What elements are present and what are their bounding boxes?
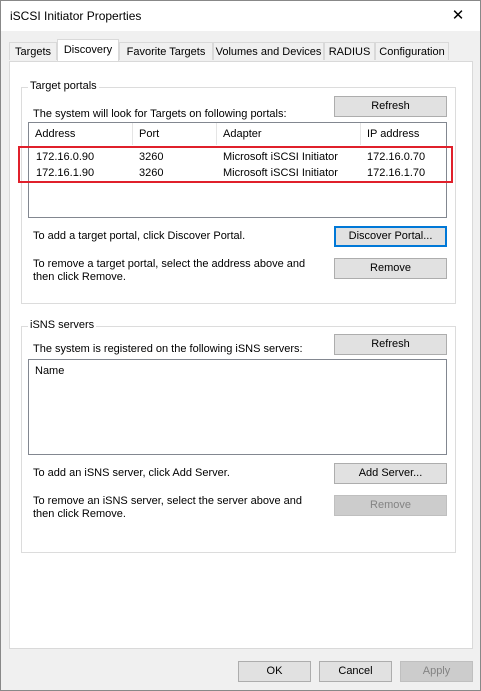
cancel-button[interactable]: Cancel [319, 661, 392, 682]
isns-servers-list[interactable]: Name [28, 359, 447, 455]
remove-portal-hint-line1: To remove a target portal, select the ad… [33, 258, 306, 270]
isns-servers-legend: iSNS servers [28, 319, 97, 331]
target-portals-info: The system will look for Targets on foll… [33, 108, 287, 120]
column-adapter[interactable]: Adapter [217, 123, 361, 145]
title-bar[interactable]: iSCSI Initiator Properties ✕ [1, 1, 480, 31]
column-name[interactable]: Name [29, 360, 446, 382]
remove-isns-hint-line1: To remove an iSNS server, select the ser… [33, 495, 303, 507]
isns-remove-button[interactable]: Remove [334, 495, 447, 516]
portals-remove-button[interactable]: Remove [334, 258, 447, 279]
window-title: iSCSI Initiator Properties [10, 9, 142, 23]
remove-portal-hint-line2: then click Remove. [33, 271, 126, 283]
remove-isns-hint-line2: then click Remove. [33, 508, 126, 520]
tab-discovery[interactable]: Discovery [57, 39, 119, 61]
tab-favorite-targets[interactable]: Favorite Targets [119, 42, 213, 60]
ok-button[interactable]: OK [238, 661, 311, 682]
add-isns-hint: To add an iSNS server, click Add Server. [33, 467, 230, 479]
discover-portal-button[interactable]: Discover Portal... [334, 226, 447, 247]
add-server-button[interactable]: Add Server... [334, 463, 447, 484]
target-portals-legend: Target portals [28, 80, 99, 92]
isns-servers-info: The system is registered on the followin… [33, 343, 303, 355]
close-icon[interactable]: ✕ [436, 1, 480, 31]
tab-targets[interactable]: Targets [9, 42, 57, 60]
tab-radius[interactable]: RADIUS [324, 42, 375, 60]
isns-refresh-button[interactable]: Refresh [334, 334, 447, 355]
column-address[interactable]: Address [29, 123, 133, 145]
portals-refresh-button[interactable]: Refresh [334, 96, 447, 117]
tab-volumes-and-devices[interactable]: Volumes and Devices [213, 42, 324, 60]
highlight-box [18, 146, 453, 183]
column-ip-address[interactable]: IP address [361, 123, 447, 145]
add-portal-hint: To add a target portal, click Discover P… [33, 230, 246, 242]
column-port[interactable]: Port [133, 123, 217, 145]
tab-configuration[interactable]: Configuration [375, 42, 449, 60]
dialog-window: iSCSI Initiator Properties ✕ Targets Dis… [0, 0, 481, 691]
tab-strip: Targets Discovery Favorite Targets Volum… [9, 39, 473, 62]
apply-button[interactable]: Apply [400, 661, 473, 682]
